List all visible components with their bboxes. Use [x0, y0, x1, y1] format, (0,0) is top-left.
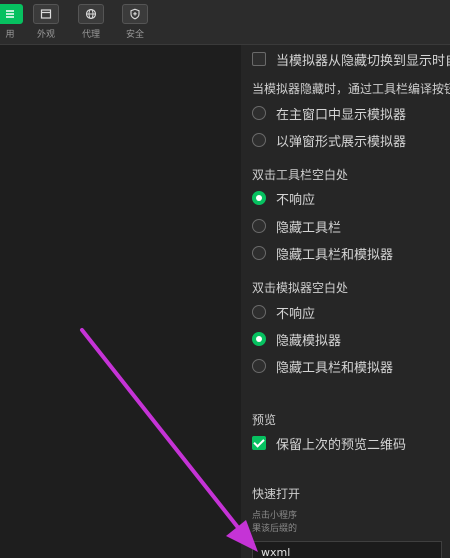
quick-open-hint: 果该后缀的 — [252, 524, 298, 534]
radio-option-hide-toolbar[interactable]: 隐藏工具栏 — [252, 216, 341, 236]
input-value: wxml — [261, 545, 291, 558]
toolbar-button-proxy[interactable]: 代理 — [73, 4, 109, 40]
radio-button[interactable] — [252, 219, 266, 233]
option-label: 隐藏模拟器 — [276, 333, 342, 349]
radio-option-popup[interactable]: 以弹窗形式展示模拟器 — [252, 130, 406, 150]
quick-open-title: 快速打开 — [252, 486, 301, 501]
radio-option-hide-simulator[interactable]: 隐藏模拟器 — [252, 329, 341, 349]
radio-option-main-window[interactable]: 在主窗口中显示模拟器 — [252, 103, 406, 123]
list-icon — [0, 4, 23, 24]
simulator-dblclick-title: 双击模拟器空白处 — [252, 280, 349, 295]
option-label: 隐藏工具栏和模拟器 — [276, 247, 394, 263]
section-heading: 快速打开 — [252, 483, 300, 503]
option-label: 隐藏工具栏 — [276, 220, 342, 236]
switch-show-checkbox[interactable] — [252, 52, 266, 66]
option-label: 保留上次的预览二维码 — [276, 437, 407, 453]
option-label: 在主窗口中显示模拟器 — [276, 107, 407, 123]
option-label: 当模拟器从隐藏切换到显示时自 — [276, 53, 450, 69]
window-icon — [33, 4, 59, 24]
radio-button[interactable] — [252, 133, 266, 147]
option-label: 以弹窗形式展示模拟器 — [276, 134, 407, 150]
keep-qrcode-checkbox[interactable] — [252, 436, 266, 450]
radio-button-selected[interactable] — [252, 332, 266, 346]
quick-open-suffix-input[interactable]: wxml — [252, 541, 442, 558]
radio-button[interactable] — [252, 305, 266, 319]
toolbar-button-security[interactable]: 安全 — [117, 4, 153, 40]
toolbar-button-label: 安全 — [125, 30, 144, 40]
section-heading: 当模拟器隐藏时，通过工具栏编译按钮 — [252, 78, 450, 98]
radio-option-hide-toolbar-and-simulator[interactable]: 隐藏工具栏和模拟器 — [252, 243, 393, 263]
toolbar-button-label: 用 — [5, 30, 15, 40]
toolbar-button-general[interactable]: 用 — [0, 4, 28, 40]
globe-icon — [78, 4, 104, 24]
radio-button[interactable] — [252, 106, 266, 120]
toolbar-button-appearance[interactable]: 外观 — [28, 4, 64, 40]
option-label: 隐藏工具栏和模拟器 — [276, 360, 394, 376]
section-heading: 预览 — [252, 409, 276, 429]
radio-button-selected[interactable] — [252, 191, 266, 205]
section-heading: 双击工具栏空白处 — [252, 164, 348, 184]
radio-button[interactable] — [252, 246, 266, 260]
keep-qrcode-option[interactable]: 保留上次的预览二维码 — [252, 433, 406, 453]
settings-panel: 当模拟器从隐藏切换到显示时自 当模拟器隐藏时，通过工具栏编译按钮 在主窗口中显示… — [241, 45, 450, 558]
radio-button[interactable] — [252, 359, 266, 373]
shield-icon — [122, 4, 148, 24]
radio-option-no-response[interactable]: 不响应 — [252, 302, 315, 322]
simulator-area — [0, 45, 241, 558]
section-heading: 双击模拟器空白处 — [252, 277, 348, 297]
option-label: 不响应 — [276, 306, 316, 322]
switch-show-option[interactable]: 当模拟器从隐藏切换到显示时自 — [252, 49, 450, 69]
quick-open-hint: 点击小程序 — [252, 511, 298, 521]
option-label: 不响应 — [276, 192, 316, 208]
radio-option-hide-toolbar-and-simulator[interactable]: 隐藏工具栏和模拟器 — [252, 356, 393, 376]
radio-option-no-response[interactable]: 不响应 — [252, 188, 315, 208]
hidden-section-title: 当模拟器隐藏时，通过工具栏编译按钮 — [252, 81, 450, 96]
toolbar-dblclick-title: 双击工具栏空白处 — [252, 167, 349, 182]
toolbar-button-label: 代理 — [81, 30, 100, 40]
preview-title: 预览 — [252, 412, 277, 427]
top-toolbar: 用 外观 代理 安全 — [0, 0, 450, 45]
toolbar-button-label: 外观 — [36, 30, 55, 40]
